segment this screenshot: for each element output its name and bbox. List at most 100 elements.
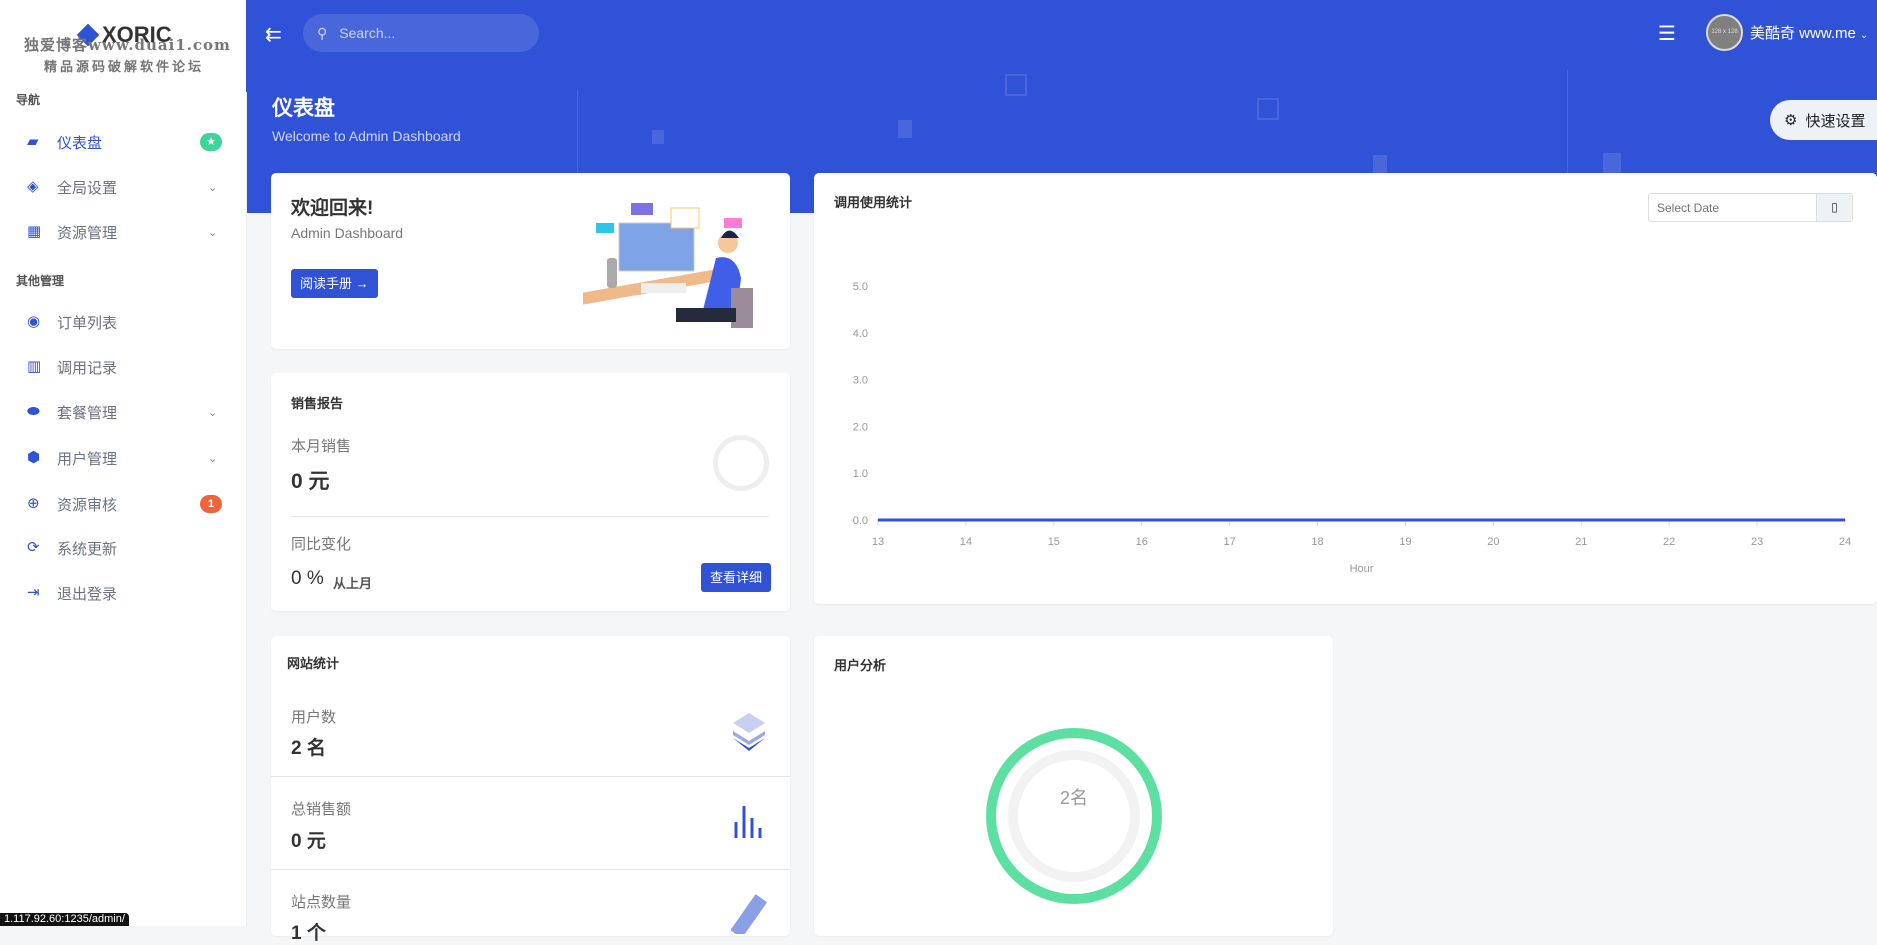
welcome-card: 欢迎回来! Admin Dashboard 阅读手册 → <box>271 173 790 349</box>
y-tick-label: 3.0 <box>853 375 868 387</box>
data-point <box>1229 519 1231 521</box>
pill-icon: ⬬ <box>27 403 40 420</box>
chevron-down-icon: ⌄ <box>1860 30 1869 41</box>
donut-track <box>1008 750 1140 882</box>
stat-value: 0 元 <box>291 831 326 852</box>
x-tick-label: 13 <box>872 536 884 548</box>
stat-value: 2 名 <box>291 738 326 759</box>
sidebar-badge: ★ <box>200 133 222 151</box>
user-donut-chart <box>986 728 1162 904</box>
sidebar-item[interactable]: ⊕ 资源审核 1 <box>0 486 247 522</box>
data-point <box>1756 519 1758 521</box>
layers-icon: ◈ <box>27 178 39 195</box>
decor <box>1373 155 1387 173</box>
section-label-other: 其他管理 <box>16 274 65 288</box>
user-analysis-title: 用户分析 <box>834 658 887 673</box>
change-suffix: 从上月 <box>333 576 373 591</box>
sidebar-item-label: 用户管理 <box>57 450 118 468</box>
x-tick-label: 16 <box>1136 536 1148 548</box>
read-manual-button[interactable]: 阅读手册 → <box>291 269 378 298</box>
x-tick-label: 21 <box>1575 536 1587 548</box>
bar-chart-icon <box>734 806 762 838</box>
page-subtitle: Welcome to Admin Dashboard <box>272 128 461 144</box>
grid-icon: ▦ <box>27 223 42 240</box>
chat-plus-icon: ⊕ <box>27 495 40 512</box>
circle-icon: ◉ <box>27 313 41 330</box>
sidebar-item[interactable]: ⇥ 退出登录 <box>0 575 247 611</box>
x-tick-label: 22 <box>1663 536 1675 548</box>
cube-icon: ⬢ <box>27 449 41 466</box>
developer-illustration <box>583 203 753 328</box>
gear-icon: ⚙ <box>1784 112 1798 129</box>
sidebar-item-label: 订单列表 <box>57 314 118 332</box>
x-tick-label: 18 <box>1311 536 1323 548</box>
data-point <box>1668 519 1670 521</box>
change-value: 0 % <box>291 568 324 589</box>
view-details-button[interactable]: 查看详细 <box>701 563 772 592</box>
divider <box>271 869 790 870</box>
data-point <box>965 519 967 521</box>
avatar[interactable]: 128 x 128 <box>1706 14 1743 51</box>
sidebar-item-label: 资源审核 <box>57 496 118 514</box>
user-analysis-card: 用户分析 2名 <box>814 636 1333 936</box>
x-tick-label: 24 <box>1839 536 1851 548</box>
data-point <box>1580 519 1582 521</box>
sidebar-item-label: 仪表盘 <box>57 134 103 152</box>
data-point <box>1844 519 1846 521</box>
section-label-nav: 导航 <box>16 93 41 107</box>
sidebar-item[interactable]: ⟳ 系统更新 <box>0 530 247 566</box>
welcome-subtitle: Admin Dashboard <box>291 225 404 241</box>
sidebar-item[interactable]: ◈ 全局设置 ⌄ <box>0 169 247 205</box>
status-url: 1.117.92.60:1235/admin/ <box>0 913 129 926</box>
sidebar-item-label: 全局设置 <box>57 179 118 197</box>
search-input[interactable] <box>339 25 510 41</box>
x-tick-label: 20 <box>1487 536 1499 548</box>
data-point <box>1317 519 1319 521</box>
donut-center-text: 2名 <box>1059 788 1088 808</box>
bar-chart-icon: ▥ <box>27 358 42 375</box>
x-tick-label: 23 <box>1751 536 1763 548</box>
menu-collapse-icon[interactable]: ⇇ <box>265 22 282 47</box>
user-menu[interactable]: 美酷奇 www.me ⌄ <box>1750 22 1868 43</box>
sidebar-item-label: 资源管理 <box>57 224 118 242</box>
usage-stats-card: 调用使用统计 ▯ 0.01.02.03.04.05.01314151617181… <box>814 173 1877 604</box>
decor <box>1005 74 1027 96</box>
sidebar: XORIC 独爱博客www.duai1.com 精品源码破解软件论坛 导航 其他… <box>0 0 250 926</box>
ruler-icon <box>731 894 767 934</box>
sidebar-item[interactable]: ▦ 资源管理 ⌄ <box>0 214 247 250</box>
sidebar-item[interactable]: ⬢ 用户管理 ⌄ <box>0 440 247 476</box>
y-tick-label: 1.0 <box>853 468 868 480</box>
sidebar-item[interactable]: ⬬ 套餐管理 ⌄ <box>0 394 247 430</box>
x-tick-label: 14 <box>960 536 972 548</box>
sales-report-card: 销售报告 本月销售 0 元 同比变化 0 % 从上月 查看详细 <box>271 373 790 611</box>
divider <box>271 776 790 777</box>
sidebar-item-label: 退出登录 <box>57 585 118 603</box>
search-icon: ⚲ <box>317 24 328 41</box>
month-sales-label: 本月销售 <box>291 438 352 455</box>
search-box[interactable]: ⚲ <box>303 14 539 52</box>
decor <box>1567 70 1568 190</box>
site-stats-title: 网站统计 <box>287 656 340 671</box>
sidebar-badge: 1 <box>200 495 222 513</box>
usage-line-chart: 0.0 1.0 2.0 3.0 4.0 5.0 13 14 15 16 17 18 19 20 21 22 23… <box>853 281 1851 575</box>
chevron-down-icon: ⌄ <box>208 181 218 194</box>
refresh-icon: ⟳ <box>27 539 40 556</box>
settings-sliders-icon[interactable]: ☰ <box>1658 21 1676 46</box>
y-tick-label: 0.0 <box>853 515 868 527</box>
data-point <box>1492 519 1494 521</box>
y-tick-label: 5.0 <box>853 281 868 293</box>
decor <box>1257 98 1279 120</box>
data-point <box>1404 519 1406 521</box>
quick-settings-button[interactable]: ⚙ 快速设置 <box>1770 100 1877 140</box>
sidebar-item[interactable]: ▰ 仪表盘 ★ <box>0 124 247 160</box>
page-title: 仪表盘 <box>272 97 335 120</box>
sidebar-item[interactable]: ▥ 调用记录 <box>0 349 247 385</box>
logout-icon: ⇥ <box>27 584 40 601</box>
stat-label: 站点数量 <box>291 894 352 911</box>
sidebar-item[interactable]: ◉ 订单列表 <box>0 304 247 340</box>
data-point <box>877 519 879 521</box>
divider <box>291 516 769 517</box>
decor <box>898 120 912 138</box>
layers-icon <box>733 713 765 751</box>
decor <box>1603 153 1621 175</box>
